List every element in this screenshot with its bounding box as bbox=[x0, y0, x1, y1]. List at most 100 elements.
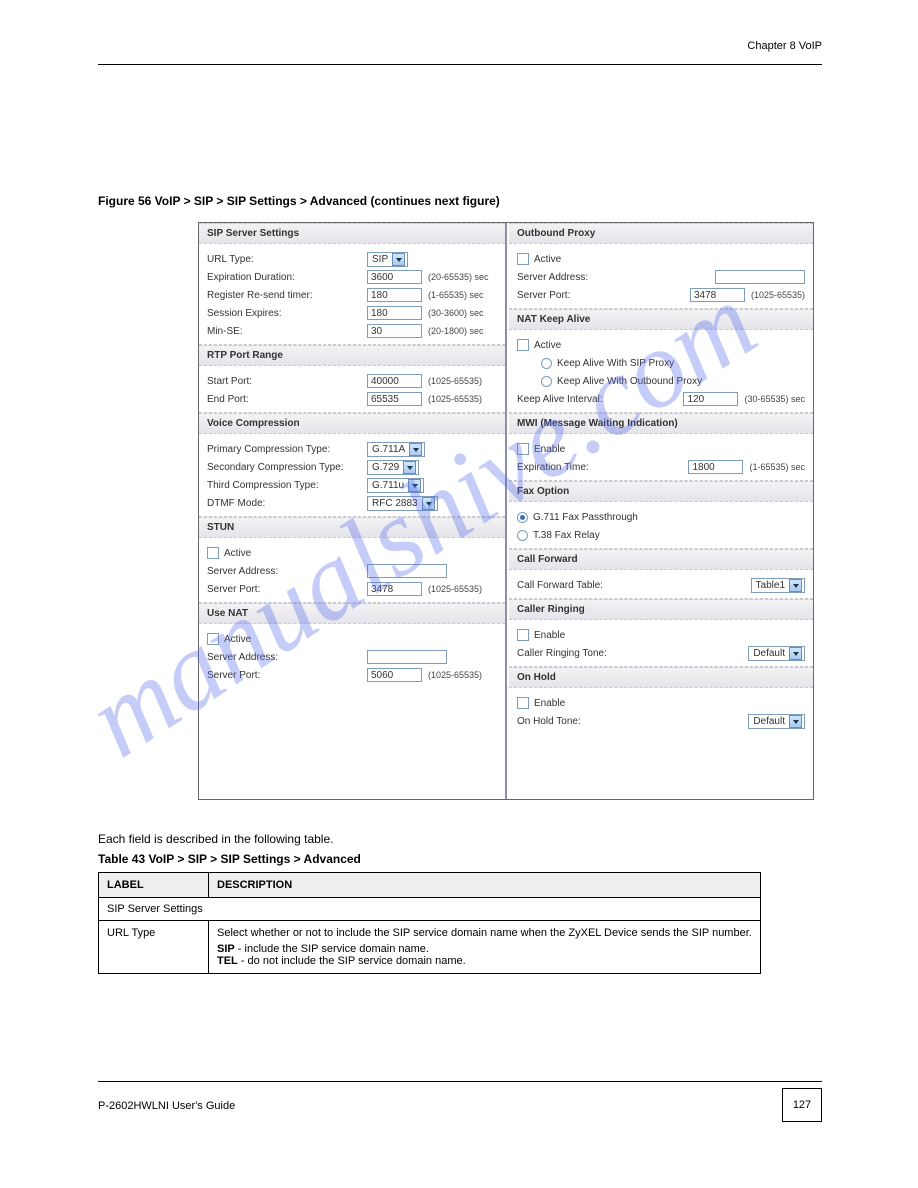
rtp-start-input[interactable]: 40000 bbox=[367, 374, 422, 388]
stun-active-checkbox[interactable] bbox=[207, 547, 219, 559]
secondary-comp-label: Secondary Compression Type: bbox=[207, 462, 367, 473]
table-section-row: SIP Server Settings bbox=[99, 898, 761, 921]
mwi-enable-checkbox[interactable] bbox=[517, 443, 529, 455]
mwi-exp-label: Expiration Time: bbox=[517, 462, 645, 473]
description-table: LABEL DESCRIPTION SIP Server Settings UR… bbox=[98, 872, 761, 974]
figure-caption: Figure 56 VoIP > SIP > SIP Settings > Ad… bbox=[98, 194, 500, 208]
onhold-enable-label: Enable bbox=[534, 698, 565, 709]
chevron-down-icon bbox=[392, 253, 405, 266]
third-comp-label: Third Compression Type: bbox=[207, 480, 367, 491]
mwi-exp-input[interactable]: 1800 bbox=[688, 460, 743, 474]
keepalive-sip-label: Keep Alive With SIP Proxy bbox=[557, 358, 674, 369]
keepalive-active-checkbox[interactable] bbox=[517, 339, 529, 351]
callfwd-label: Call Forward Table: bbox=[517, 580, 645, 591]
ringing-enable-checkbox[interactable] bbox=[517, 629, 529, 641]
url-type-select[interactable]: SIP bbox=[367, 252, 408, 267]
min-se-input[interactable]: 30 bbox=[367, 324, 422, 338]
mwi-exp-hint: (1-65535) sec bbox=[749, 462, 805, 472]
fax-g711-label: G.711 Fax Passthrough bbox=[533, 512, 638, 523]
exp-dur-input[interactable]: 3600 bbox=[367, 270, 422, 284]
min-se-hint: (20-1800) sec bbox=[428, 326, 484, 336]
keepalive-sip-radio[interactable] bbox=[541, 358, 552, 369]
section-fax: Fax Option bbox=[509, 481, 813, 502]
dtmf-label: DTMF Mode: bbox=[207, 498, 367, 509]
nat-port-label: Server Port: bbox=[207, 670, 367, 681]
chevron-down-icon bbox=[403, 461, 416, 474]
min-se-label: Min-SE: bbox=[207, 326, 367, 337]
keepalive-interval-hint: (30-65535) sec bbox=[744, 394, 805, 404]
outbound-active-label: Active bbox=[534, 254, 561, 265]
guide-label: P-2602HWLNI User's Guide bbox=[98, 1100, 235, 1112]
chevron-down-icon bbox=[789, 715, 802, 728]
keepalive-active-label: Active bbox=[534, 340, 561, 351]
nat-port-input[interactable]: 5060 bbox=[367, 668, 422, 682]
right-column: Outbound Proxy Active Server Address: Se… bbox=[509, 223, 813, 799]
section-keepalive: NAT Keep Alive bbox=[509, 309, 813, 330]
section-onhold: On Hold bbox=[509, 667, 813, 688]
outbound-port-label: Server Port: bbox=[517, 290, 645, 301]
ringing-tone-select[interactable]: Default bbox=[748, 646, 805, 661]
rtp-start-hint: (1025-65535) bbox=[428, 376, 482, 386]
left-column: SIP Server Settings URL Type: SIP Expira… bbox=[199, 223, 507, 799]
nat-active-checkbox[interactable] bbox=[207, 633, 219, 645]
sess-exp-label: Session Expires: bbox=[207, 308, 367, 319]
outbound-active-checkbox[interactable] bbox=[517, 253, 529, 265]
rtp-end-label: End Port: bbox=[207, 394, 367, 405]
stun-addr-label: Server Address: bbox=[207, 566, 367, 577]
chevron-down-icon bbox=[408, 479, 421, 492]
rtp-end-input[interactable]: 65535 bbox=[367, 392, 422, 406]
th-desc: DESCRIPTION bbox=[209, 873, 761, 898]
section-voice: Voice Compression bbox=[199, 413, 505, 434]
outbound-addr-label: Server Address: bbox=[517, 272, 645, 283]
rtp-end-hint: (1025-65535) bbox=[428, 394, 482, 404]
dtmf-select[interactable]: RFC 2883 bbox=[367, 496, 438, 511]
ringing-enable-label: Enable bbox=[534, 630, 565, 641]
exp-dur-label: Expiration Duration: bbox=[207, 272, 367, 283]
onhold-tone-label: On Hold Tone: bbox=[517, 716, 645, 727]
stun-addr-input[interactable] bbox=[367, 564, 447, 578]
reg-resend-label: Register Re-send timer: bbox=[207, 290, 367, 301]
outbound-port-input[interactable]: 3478 bbox=[690, 288, 745, 302]
onhold-tone-select[interactable]: Default bbox=[748, 714, 805, 729]
section-callfwd: Call Forward bbox=[509, 549, 813, 570]
keepalive-interval-label: Keep Alive Interval: bbox=[517, 394, 645, 405]
keepalive-interval-input[interactable]: 120 bbox=[683, 392, 738, 406]
callfwd-select[interactable]: Table1 bbox=[751, 578, 805, 593]
onhold-enable-checkbox[interactable] bbox=[517, 697, 529, 709]
fax-t38-radio[interactable] bbox=[517, 530, 528, 541]
exp-dur-hint: (20-65535) sec bbox=[428, 272, 489, 282]
section-outbound: Outbound Proxy bbox=[509, 223, 813, 244]
stun-port-hint: (1025-65535) bbox=[428, 584, 482, 594]
primary-comp-label: Primary Compression Type: bbox=[207, 444, 367, 455]
stun-port-input[interactable]: 3478 bbox=[367, 582, 422, 596]
stun-active-label: Active bbox=[224, 548, 251, 559]
chevron-down-icon bbox=[789, 579, 802, 592]
rtp-start-label: Start Port: bbox=[207, 376, 367, 387]
nat-addr-input[interactable] bbox=[367, 650, 447, 664]
row-url-type-desc: Select whether or not to include the SIP… bbox=[209, 921, 761, 974]
chevron-down-icon bbox=[422, 497, 435, 510]
mwi-enable-label: Enable bbox=[534, 444, 565, 455]
chapter-header: Chapter 8 VoIP bbox=[747, 40, 822, 52]
secondary-comp-select[interactable]: G.729 bbox=[367, 460, 419, 475]
third-comp-select[interactable]: G.711u bbox=[367, 478, 424, 493]
section-ringing: Caller Ringing bbox=[509, 599, 813, 620]
outbound-port-hint: (1025-65535) bbox=[751, 290, 805, 300]
sess-exp-input[interactable]: 180 bbox=[367, 306, 422, 320]
section-sip-server: SIP Server Settings bbox=[199, 223, 505, 244]
outbound-addr-input[interactable] bbox=[715, 270, 805, 284]
table-caption: Table 43 VoIP > SIP > SIP Settings > Adv… bbox=[98, 852, 361, 866]
page-number: 127 bbox=[782, 1088, 822, 1122]
chevron-down-icon bbox=[409, 443, 422, 456]
reg-resend-input[interactable]: 180 bbox=[367, 288, 422, 302]
stun-port-label: Server Port: bbox=[207, 584, 367, 595]
fax-g711-radio[interactable] bbox=[517, 512, 528, 523]
section-stun: STUN bbox=[199, 517, 505, 538]
url-type-label: URL Type: bbox=[207, 254, 367, 265]
nat-active-label: Active bbox=[224, 634, 251, 645]
screenshot-frame: SIP Server Settings URL Type: SIP Expira… bbox=[198, 222, 814, 800]
keepalive-outbound-radio[interactable] bbox=[541, 376, 552, 387]
ringing-tone-label: Caller Ringing Tone: bbox=[517, 648, 645, 659]
sess-exp-hint: (30-3600) sec bbox=[428, 308, 484, 318]
primary-comp-select[interactable]: G.711A bbox=[367, 442, 425, 457]
